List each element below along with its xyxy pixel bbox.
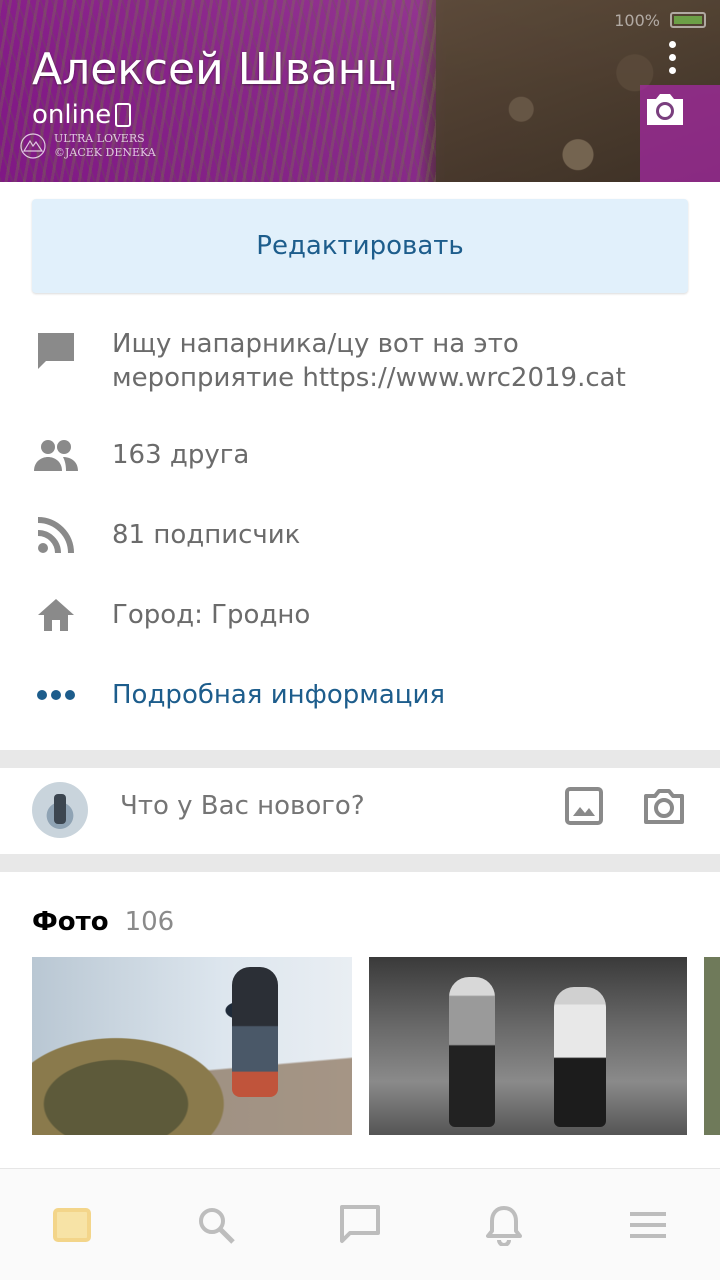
info-row-friends[interactable]: 163 друга	[32, 431, 688, 479]
info-row-more[interactable]: Подробная информация	[32, 671, 688, 719]
camera-icon	[647, 94, 683, 125]
nav-messages[interactable]	[288, 1169, 432, 1280]
change-cover-button[interactable]	[642, 86, 688, 132]
photo-thumbnail[interactable]	[704, 957, 720, 1135]
more-options-button[interactable]	[652, 36, 692, 78]
info-row-followers[interactable]: 81 подписчик	[32, 511, 688, 559]
followers-count: 81 подписчик	[112, 520, 301, 550]
people-icon	[32, 431, 80, 479]
attach-photo-button[interactable]	[560, 782, 608, 830]
profile-info-card: Редактировать Ищу напарника/цу вот на эт…	[0, 182, 720, 750]
edit-profile-button[interactable]: Редактировать	[32, 199, 688, 293]
watermark-line-1: ULTRA LOVERS	[54, 132, 145, 145]
photo-content	[449, 977, 495, 1127]
more-vert-dot	[668, 66, 676, 74]
more-vert-dot	[668, 53, 676, 61]
more-horizontal-icon	[32, 671, 80, 719]
status-bar: 100%	[0, 0, 720, 40]
profile-cover[interactable]: 100% Алексей Шванц online ULTRA LOVERS ©…	[0, 0, 720, 182]
city-text: Город: Гродно	[112, 600, 311, 630]
photos-section: Фото 106	[0, 872, 720, 1168]
search-icon	[199, 1208, 235, 1244]
friends-count: 163 друга	[112, 440, 250, 470]
rss-icon	[32, 511, 80, 559]
photo-thumbnail[interactable]	[32, 957, 352, 1135]
photo-content	[554, 987, 606, 1127]
nav-news[interactable]	[0, 1169, 144, 1280]
nav-search[interactable]	[144, 1169, 288, 1280]
bottom-navigation	[0, 1168, 720, 1280]
chat-bubble-icon	[32, 327, 80, 375]
avatar	[32, 782, 88, 838]
nav-notifications[interactable]	[432, 1169, 576, 1280]
news-icon	[53, 1208, 91, 1242]
image-icon	[565, 787, 603, 825]
photo-content	[32, 1027, 242, 1135]
home-icon	[32, 591, 80, 639]
nav-menu[interactable]	[576, 1169, 720, 1280]
more-vert-icon	[668, 40, 676, 48]
new-post-input[interactable]: Что у Вас нового?	[120, 782, 365, 830]
watermark-line-2: ©JACEK DENEKA	[54, 146, 156, 159]
photos-count: 106	[124, 907, 175, 937]
info-row-city[interactable]: Город: Гродно	[32, 591, 688, 639]
photos-header[interactable]: Фото 106	[32, 902, 174, 942]
mobile-device-icon	[115, 103, 132, 127]
profile-status-text: Ищу напарника/цу вот на это мероприятие …	[112, 329, 626, 393]
photos-title: Фото	[32, 907, 109, 937]
ultra-lovers-logo-icon	[20, 133, 46, 159]
camera-icon	[644, 789, 684, 824]
online-status: online	[32, 100, 132, 130]
notifications-icon	[486, 1206, 522, 1246]
cover-watermark: ULTRA LOVERS ©JACEK DENEKA	[18, 132, 156, 160]
post-composer[interactable]: Что у Вас нового?	[0, 768, 720, 854]
battery-percent: 100%	[614, 10, 660, 30]
profile-name: Алексей Шванц	[32, 44, 397, 95]
attach-camera-button[interactable]	[640, 782, 688, 830]
photo-thumbnail[interactable]	[369, 957, 687, 1135]
photo-content	[232, 967, 278, 1097]
messages-icon	[340, 1205, 380, 1243]
section-divider	[0, 750, 720, 768]
more-info-link[interactable]: Подробная информация	[112, 678, 445, 712]
online-status-text: online	[32, 100, 112, 130]
section-divider	[0, 854, 720, 872]
info-row-status[interactable]: Ищу напарника/цу вот на это мероприятие …	[32, 327, 688, 395]
menu-icon	[630, 1212, 666, 1238]
battery-icon	[670, 12, 706, 28]
